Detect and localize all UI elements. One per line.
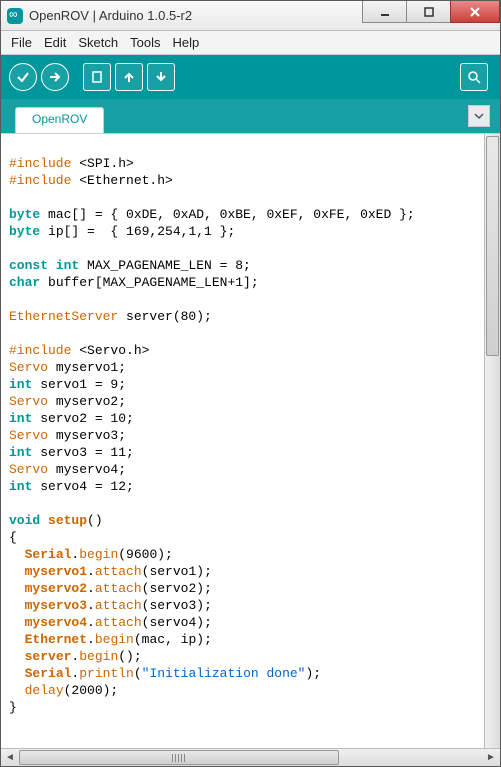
maximize-button[interactable] xyxy=(406,1,451,23)
tab-menu-button[interactable] xyxy=(468,105,490,127)
window-title: OpenROV | Arduino 1.0.5-r2 xyxy=(29,8,363,23)
arrow-up-icon xyxy=(122,70,136,84)
tab-label: OpenROV xyxy=(32,112,87,126)
arduino-app-icon xyxy=(7,8,23,24)
horizontal-scroll-track[interactable] xyxy=(19,749,482,766)
scroll-right-button[interactable]: ► xyxy=(482,749,500,766)
horizontal-scroll-thumb[interactable] xyxy=(19,750,339,765)
titlebar[interactable]: OpenROV | Arduino 1.0.5-r2 xyxy=(1,1,500,31)
serial-monitor-button[interactable] xyxy=(460,63,488,91)
menu-tools[interactable]: Tools xyxy=(126,33,164,52)
tab-openrov[interactable]: OpenROV xyxy=(15,107,104,133)
vertical-scrollbar[interactable] xyxy=(484,134,500,748)
vertical-scroll-thumb[interactable] xyxy=(486,136,499,356)
magnifier-icon xyxy=(467,70,481,84)
menu-sketch[interactable]: Sketch xyxy=(74,33,122,52)
verify-button[interactable] xyxy=(9,63,37,91)
arrow-down-icon xyxy=(154,70,168,84)
horizontal-scrollbar[interactable]: ◄ ► xyxy=(1,748,500,766)
grip-icon xyxy=(172,754,186,762)
save-button[interactable] xyxy=(147,63,175,91)
open-button[interactable] xyxy=(115,63,143,91)
code-editor[interactable]: #include <SPI.h> #include <Ethernet.h> b… xyxy=(1,134,500,748)
chevron-down-icon xyxy=(474,111,484,121)
toolbar xyxy=(1,55,500,99)
minimize-button[interactable] xyxy=(362,1,407,23)
code-content[interactable]: #include <SPI.h> #include <Ethernet.h> b… xyxy=(1,134,500,720)
menu-edit[interactable]: Edit xyxy=(40,33,70,52)
arrow-right-icon xyxy=(48,70,62,84)
window-controls xyxy=(363,1,500,30)
menu-help[interactable]: Help xyxy=(168,33,203,52)
close-button[interactable] xyxy=(450,1,500,23)
menu-file[interactable]: File xyxy=(7,33,36,52)
editor-area: #include <SPI.h> #include <Ethernet.h> b… xyxy=(1,133,500,766)
new-file-icon xyxy=(90,70,104,84)
app-window: OpenROV | Arduino 1.0.5-r2 File Edit Ske… xyxy=(0,0,501,767)
check-icon xyxy=(16,70,30,84)
new-button[interactable] xyxy=(83,63,111,91)
scroll-left-button[interactable]: ◄ xyxy=(1,749,19,766)
upload-button[interactable] xyxy=(41,63,69,91)
menubar: File Edit Sketch Tools Help xyxy=(1,31,500,55)
tab-strip: OpenROV xyxy=(1,99,500,133)
